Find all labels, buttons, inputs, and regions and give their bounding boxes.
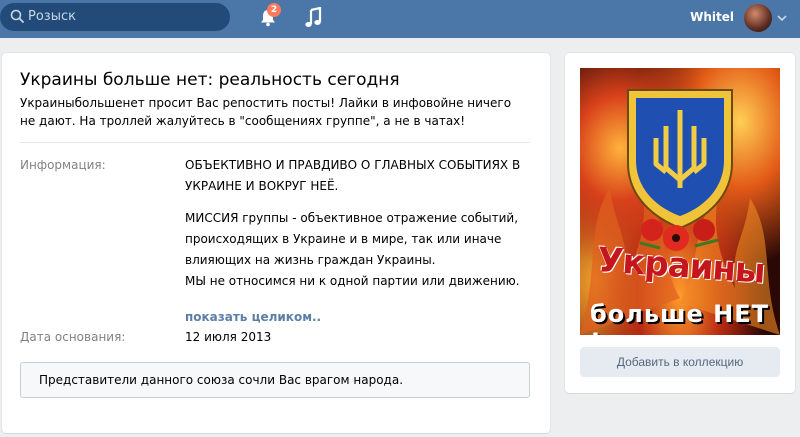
avatar[interactable] <box>744 4 772 32</box>
poster-caption-line-2: больше НЕТ ! <box>590 300 769 335</box>
search-icon <box>10 9 24 23</box>
username[interactable]: Whitel <box>690 10 734 24</box>
divider <box>20 142 530 143</box>
info-label: Информация: <box>20 158 106 172</box>
chevron-down-icon[interactable] <box>777 14 787 22</box>
notifications-badge: 2 <box>267 3 281 17</box>
group-cover-image[interactable]: Украины больше НЕТ ! <box>580 68 780 335</box>
add-to-collection-button[interactable]: Добавить в коллекцию <box>580 347 780 377</box>
top-bar: Розыск 2 Whitel <box>0 0 800 38</box>
notice-box: Представители данного союза сочли Вас вр… <box>20 362 530 398</box>
add-to-collection-label: Добавить в коллекцию <box>616 355 744 369</box>
info-paragraph-1: ОБЪЕКТИВНО И ПРАВДИВО О ГЛАВНЫХ СОБЫТИЯХ… <box>185 158 521 193</box>
info-paragraph-3: МЫ не относимся ни к одной партии или дв… <box>185 274 520 288</box>
search-input[interactable]: Розыск <box>0 3 230 31</box>
group-status: Украиныбольшенет просит Вас репостить по… <box>20 96 512 128</box>
notice-text: Представители данного союза сочли Вас вр… <box>39 373 404 387</box>
page-title: Украины больше нет: реальность сегодня <box>20 70 400 90</box>
founded-date: 12 июля 2013 <box>185 330 272 344</box>
music-note-icon[interactable] <box>303 7 323 29</box>
show-more-link[interactable]: показать целиком.. <box>185 310 321 324</box>
info-paragraph-2: МИССИЯ группы - объективное отражение со… <box>185 211 519 267</box>
founded-label: Дата основания: <box>20 330 126 344</box>
coat-of-arms-icon <box>580 89 780 335</box>
search-placeholder: Розыск <box>28 9 76 24</box>
